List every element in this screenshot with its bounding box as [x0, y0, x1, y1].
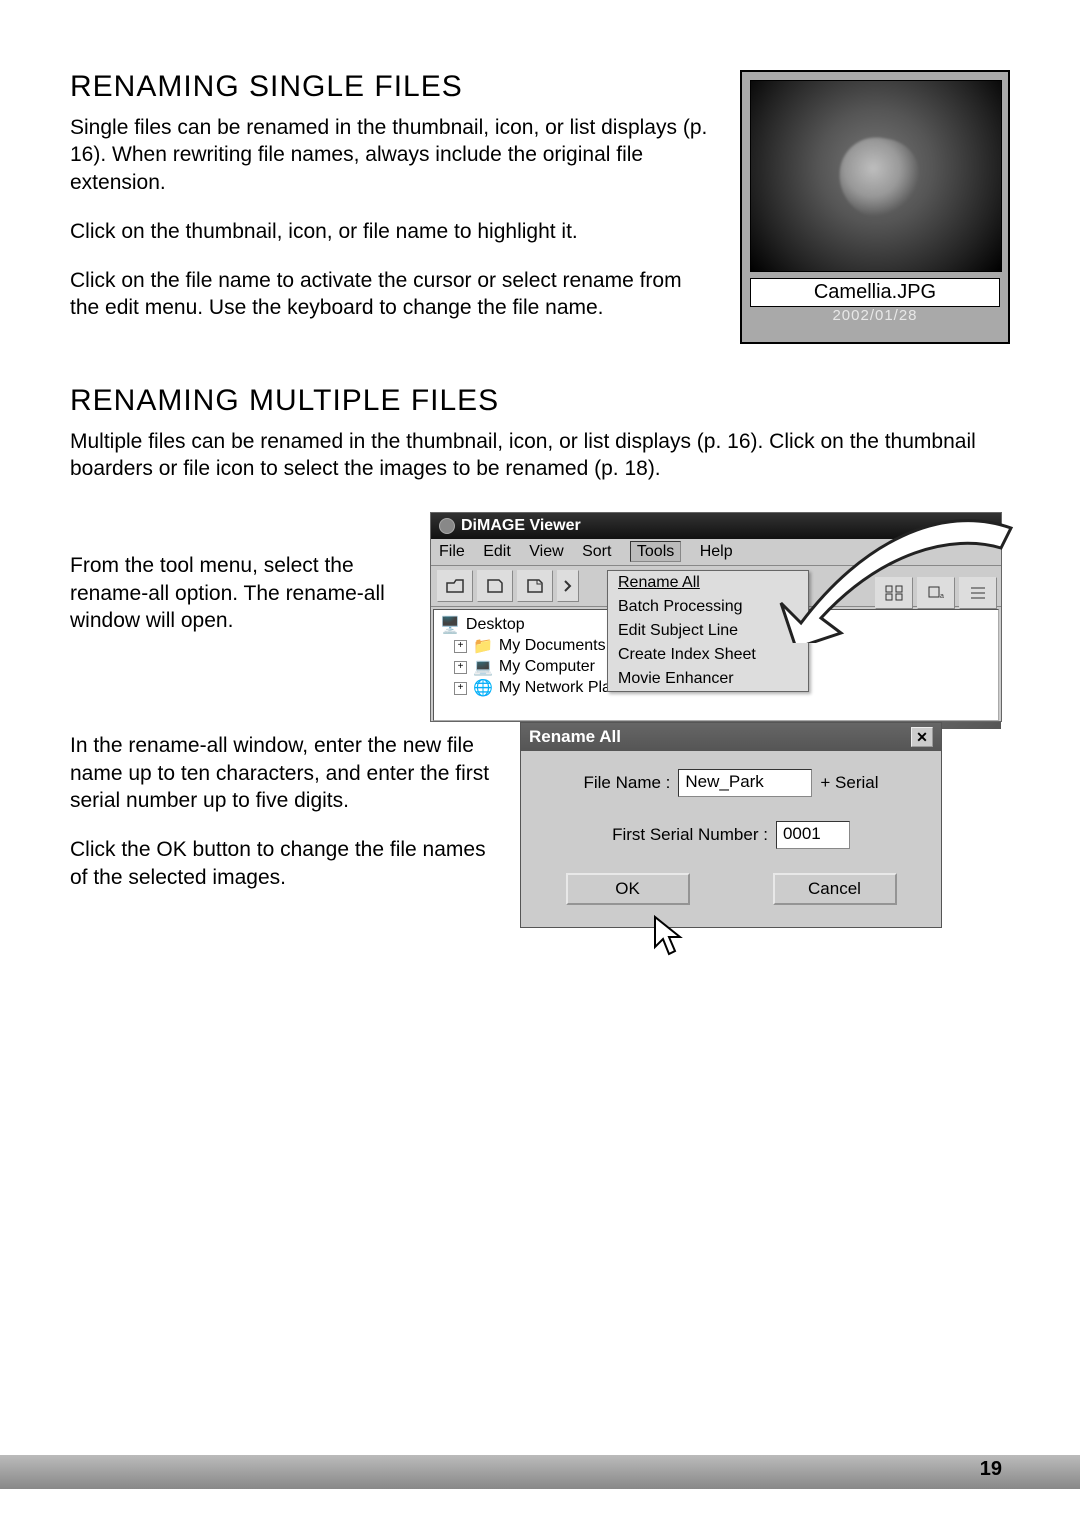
- page-footer-bar: [0, 1455, 1080, 1489]
- expand-icon[interactable]: +: [454, 661, 467, 674]
- serial-input[interactable]: 0001: [776, 821, 850, 849]
- tree-label: My Documents: [499, 637, 606, 655]
- filename-input[interactable]: New_Park: [678, 769, 812, 797]
- thumbnail-filename-input[interactable]: Camellia.JPG: [750, 278, 1000, 307]
- thumbnail-image[interactable]: [750, 80, 1002, 272]
- instruction-step2a: In the rename-all window, enter the new …: [70, 732, 500, 814]
- expand-icon[interactable]: +: [454, 640, 467, 653]
- app-window: DiMAGE Viewer File Edit View Sort Tools …: [430, 512, 1002, 722]
- menu-help[interactable]: Help: [700, 543, 733, 560]
- dialog-title: Rename All: [529, 727, 621, 747]
- serial-label: First Serial Number :: [612, 825, 768, 845]
- app-titlebar: DiMAGE Viewer: [431, 513, 1001, 539]
- serial-suffix-label: + Serial: [820, 773, 878, 793]
- paragraph: Single files can be renamed in the thumb…: [70, 114, 710, 196]
- view-icons-button[interactable]: a: [917, 577, 955, 609]
- network-icon: 🌐: [473, 678, 493, 698]
- tree-label: Desktop: [466, 616, 525, 634]
- expand-icon[interactable]: +: [454, 682, 467, 695]
- menu-item-movie-enhancer[interactable]: Movie Enhancer: [608, 667, 808, 691]
- instruction-step2b: Click the OK button to change the file n…: [70, 836, 500, 891]
- filename-label: File Name :: [583, 773, 670, 793]
- thumbnail-date: 2002/01/28: [750, 307, 1000, 324]
- thumbnail-card: Camellia.JPG 2002/01/28: [740, 70, 1010, 344]
- toolbar-button[interactable]: [437, 570, 473, 602]
- view-mode-buttons: a: [871, 573, 1001, 613]
- rename-all-dialog: Rename All ✕ File Name : New_Park + Seri…: [520, 722, 942, 928]
- menubar: File Edit View Sort Tools Help: [431, 539, 1001, 566]
- menu-edit[interactable]: Edit: [483, 543, 511, 560]
- tree-label: My Computer: [499, 658, 595, 676]
- paragraph: Multiple files can be renamed in the thu…: [70, 428, 1010, 483]
- cancel-button[interactable]: Cancel: [773, 873, 897, 905]
- instruction-step1: From the tool menu, select the rename-al…: [70, 512, 410, 722]
- paragraph: Click on the thumbnail, icon, or file na…: [70, 218, 710, 245]
- toolbar-button[interactable]: [477, 570, 513, 602]
- view-thumbnails-button[interactable]: [875, 577, 913, 609]
- dialog-titlebar: Rename All ✕: [521, 723, 941, 751]
- menu-item-batch-processing[interactable]: Batch Processing: [608, 595, 808, 619]
- heading-renaming-single: RENAMING SINGLE FILES: [70, 70, 710, 104]
- desktop-icon: 🖥️: [440, 615, 460, 635]
- view-list-button[interactable]: [959, 577, 997, 609]
- ok-button[interactable]: OK: [566, 873, 690, 905]
- menu-tools[interactable]: Tools: [630, 541, 681, 562]
- menu-view[interactable]: View: [529, 543, 563, 560]
- svg-text:a: a: [940, 593, 944, 600]
- menu-file[interactable]: File: [439, 543, 465, 560]
- close-button[interactable]: ✕: [911, 727, 933, 747]
- menu-sort[interactable]: Sort: [582, 543, 611, 560]
- folder-icon: 📁: [473, 636, 493, 656]
- toolbar-button[interactable]: [557, 570, 579, 602]
- computer-icon: 💻: [473, 657, 493, 677]
- app-title: DiMAGE Viewer: [461, 517, 581, 535]
- menu-item-rename-all[interactable]: Rename All: [608, 571, 808, 595]
- paragraph: Click on the file name to activate the c…: [70, 267, 710, 322]
- tools-dropdown: Rename All Batch Processing Edit Subject…: [607, 570, 809, 692]
- menu-item-create-index[interactable]: Create Index Sheet: [608, 643, 808, 667]
- heading-renaming-multiple: RENAMING MULTIPLE FILES: [70, 384, 1010, 418]
- toolbar-button[interactable]: [517, 570, 553, 602]
- page-number: 19: [980, 1458, 1002, 1481]
- menu-item-edit-subject[interactable]: Edit Subject Line: [608, 619, 808, 643]
- app-icon: [439, 518, 455, 534]
